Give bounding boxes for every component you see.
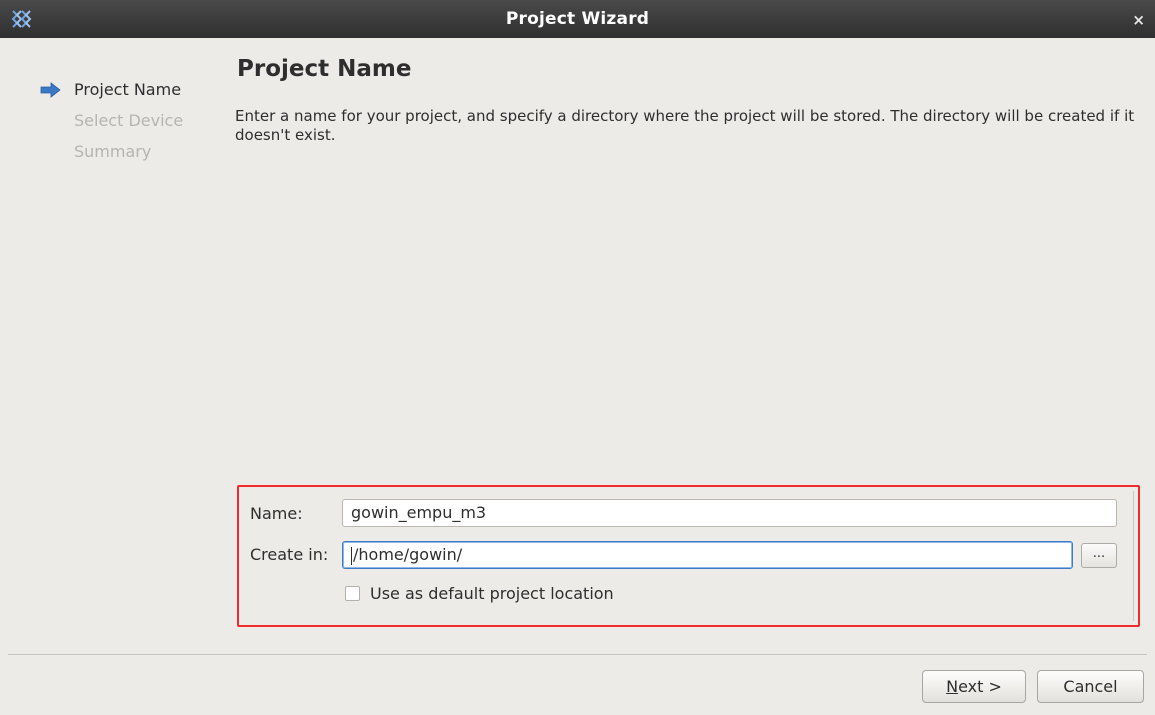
- form-divider: [1133, 491, 1134, 621]
- close-icon[interactable]: ×: [1132, 0, 1145, 40]
- next-button[interactable]: Next >: [922, 670, 1026, 703]
- step-select-device: Select Device: [40, 105, 183, 136]
- cancel-button[interactable]: Cancel: [1037, 670, 1144, 703]
- text-caret: [351, 546, 352, 565]
- create-in-value: /home/gowin/: [353, 545, 463, 564]
- browse-button[interactable]: ...: [1081, 543, 1117, 568]
- name-label: Name:: [250, 504, 303, 523]
- step-label: Summary: [74, 142, 152, 161]
- project-name-input[interactable]: gowin_empu_m3: [342, 499, 1117, 527]
- step-project-name: Project Name: [40, 74, 183, 105]
- page-title: Project Name: [237, 56, 412, 82]
- wizard-steps: Project Name Select Device Summary: [40, 74, 183, 167]
- next-label: ext >: [958, 677, 1002, 696]
- step-label: Project Name: [74, 80, 182, 99]
- create-in-label: Create in:: [250, 545, 329, 564]
- next-mnemonic: N: [946, 677, 959, 696]
- default-location-label[interactable]: Use as default project location: [370, 584, 614, 603]
- step-summary: Summary: [40, 136, 183, 167]
- create-in-input[interactable]: /home/gowin/: [342, 541, 1073, 569]
- title-bar[interactable]: Project Wizard ×: [0, 0, 1155, 38]
- current-step-arrow-icon: [40, 82, 61, 98]
- default-location-checkbox[interactable]: [345, 586, 360, 601]
- window-title: Project Wizard: [505, 9, 650, 29]
- footer-divider: [8, 654, 1147, 655]
- page-description: Enter a name for your project, and speci…: [235, 107, 1135, 144]
- step-label: Select Device: [74, 111, 184, 130]
